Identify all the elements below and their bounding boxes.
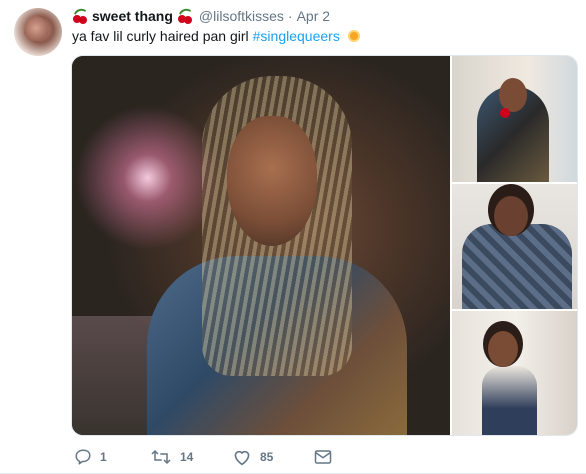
cherries-icon [177,6,193,24]
like-count: 85 [260,450,274,464]
cherries-icon [72,6,88,24]
retweet-icon [150,448,172,466]
tweet-header: sweet thang @lilsoftkisses · Apr 2 [72,6,330,26]
retweet-count: 14 [180,450,194,464]
reply-icon [74,448,92,466]
separator-dot: · [287,8,293,24]
display-name[interactable]: sweet thang [92,8,173,24]
user-handle[interactable]: @lilsoftkisses [199,8,284,24]
media-grid [71,55,578,436]
retweet-button[interactable]: 14 [150,446,193,468]
tweet-text: ya fav lil curly haired pan girl #single… [72,26,362,46]
tweet-body: ya fav lil curly haired pan girl [72,28,249,44]
reply-button[interactable]: 1 [74,446,107,468]
heart-icon [232,448,252,466]
photo-middle-right[interactable] [452,184,577,309]
like-button[interactable]: 85 [232,446,273,468]
photo-bottom-right[interactable] [452,311,577,435]
hashtag-link[interactable]: #singlequeers [253,26,340,46]
envelope-icon [314,449,332,465]
photo-top-right[interactable] [452,56,577,182]
sun-icon [346,28,362,44]
tweet-card[interactable]: sweet thang @lilsoftkisses · Apr 2 ya fa… [0,0,586,474]
avatar[interactable] [14,8,62,56]
direct-message-button[interactable] [314,446,332,468]
photo-main[interactable] [72,56,450,435]
reply-count: 1 [100,450,107,464]
tweet-date[interactable]: Apr 2 [297,8,330,24]
